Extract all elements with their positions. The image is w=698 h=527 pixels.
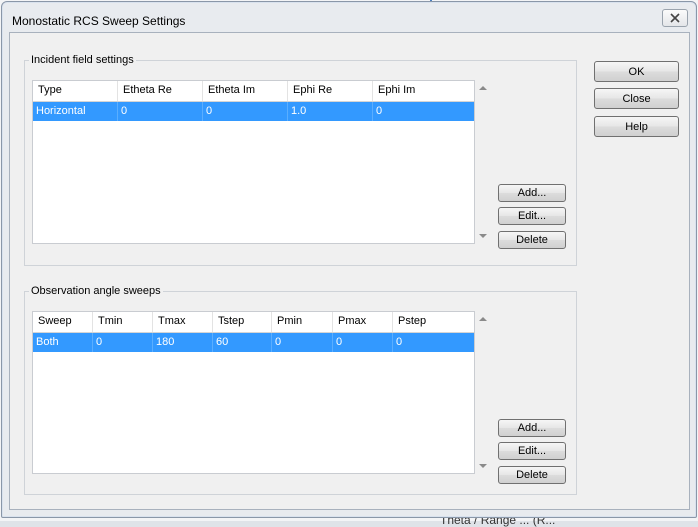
window-title: Monostatic RCS Sweep Settings [12, 14, 186, 28]
column-header-etheta-re[interactable]: Etheta Re [118, 81, 203, 101]
cell-type: Horizontal [33, 102, 118, 121]
incident-list-scrollbar[interactable] [475, 80, 491, 244]
incident-field-group: Incident field settings Type Etheta Re E… [24, 54, 577, 266]
ok-button[interactable]: OK [594, 61, 679, 82]
title-close-button[interactable] [662, 9, 688, 27]
close-button[interactable]: Close [594, 88, 679, 109]
incident-list-header: Type Etheta Re Etheta Im Ephi Re Ephi Im [33, 81, 474, 102]
cell-ephi-im: 0 [376, 105, 383, 117]
dialog-client-area: Incident field settings Type Etheta Re E… [9, 32, 690, 510]
observation-delete-button[interactable]: Delete [498, 466, 566, 484]
cell-ephi-re: 1.0 [288, 102, 373, 121]
observation-sweep-group: Observation angle sweeps Sweep Tmin Tmax… [24, 285, 577, 495]
table-row[interactable]: Horizontal 0 0 1.0 0 [33, 102, 474, 121]
column-header-pmin[interactable]: Pmin [272, 312, 333, 332]
observation-sweep-list[interactable]: Sweep Tmin Tmax Tstep Pmin Pmax Pstep Bo… [32, 311, 475, 474]
scroll-down-icon[interactable] [479, 234, 487, 238]
cell-pmin: 0 [272, 333, 333, 352]
cell-pstep: 0 [396, 336, 403, 348]
incident-edit-button[interactable]: Edit... [498, 207, 566, 225]
observation-list-header: Sweep Tmin Tmax Tstep Pmin Pmax Pstep [33, 312, 474, 333]
table-row[interactable]: Both 0 180 60 0 0 0 [33, 333, 474, 352]
cell-tmin: 0 [93, 333, 153, 352]
cell-tstep: 60 [213, 333, 272, 352]
cell-etheta-re: 0 [118, 102, 203, 121]
scroll-up-icon[interactable] [479, 317, 487, 321]
observation-edit-button[interactable]: Edit... [498, 442, 566, 460]
title-bar[interactable]: Monostatic RCS Sweep Settings [2, 2, 696, 32]
column-header-pstep[interactable]: Pstep [393, 312, 474, 332]
scroll-up-icon[interactable] [479, 86, 487, 90]
column-header-tmax[interactable]: Tmax [153, 312, 213, 332]
observation-group-title: Observation angle sweeps [29, 285, 163, 297]
observation-list-scrollbar[interactable] [475, 311, 491, 474]
column-header-pmax[interactable]: Pmax [333, 312, 393, 332]
column-header-sweep[interactable]: Sweep [33, 312, 93, 332]
close-icon [670, 13, 680, 23]
column-header-ephi-re[interactable]: Ephi Re [288, 81, 373, 101]
scroll-down-icon[interactable] [479, 464, 487, 468]
cell-sweep: Both [33, 333, 93, 352]
incident-field-list[interactable]: Type Etheta Re Etheta Im Ephi Re Ephi Im… [32, 80, 475, 244]
help-button[interactable]: Help [594, 116, 679, 137]
column-header-tstep[interactable]: Tstep [213, 312, 272, 332]
dialog-window: Monostatic RCS Sweep Settings Incident f… [1, 1, 697, 518]
column-header-type[interactable]: Type [33, 81, 118, 101]
cell-tmax: 180 [153, 333, 213, 352]
cell-etheta-im: 0 [203, 102, 288, 121]
column-header-etheta-im[interactable]: Etheta Im [203, 81, 288, 101]
column-header-ephi-im[interactable]: Ephi Im [373, 81, 474, 101]
observation-add-button[interactable]: Add... [498, 419, 566, 437]
column-header-tmin[interactable]: Tmin [93, 312, 153, 332]
cell-pmax: 0 [333, 333, 393, 352]
incident-delete-button[interactable]: Delete [498, 231, 566, 249]
incident-group-title: Incident field settings [29, 54, 136, 66]
incident-add-button[interactable]: Add... [498, 184, 566, 202]
